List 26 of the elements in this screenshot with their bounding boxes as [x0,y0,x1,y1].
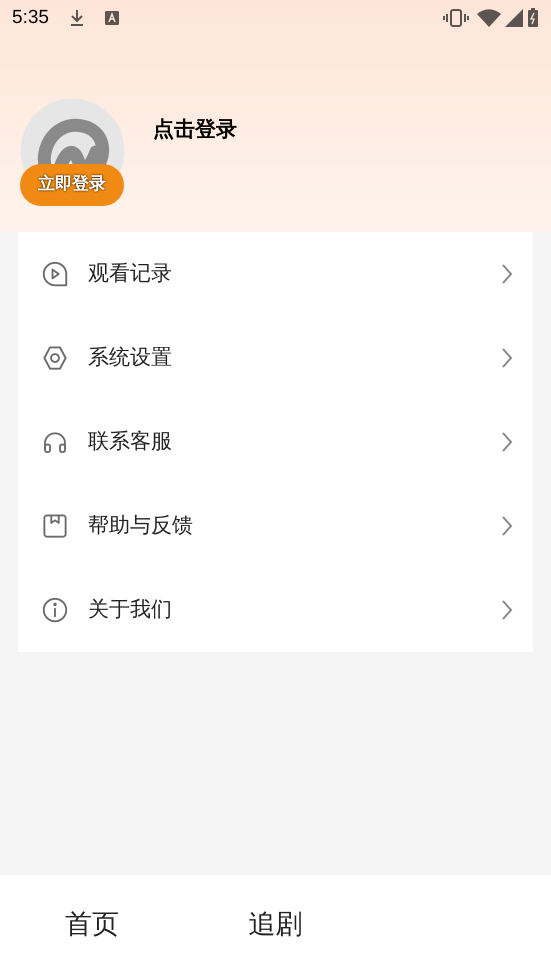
info-icon [40,595,70,625]
chevron-right-icon [501,263,513,285]
menu-item[interactable]: 系统设置 [18,316,533,400]
download-icon [68,9,85,27]
chevron-right-icon [501,347,513,369]
login-prompt[interactable]: 点击登录 [153,114,237,146]
menu-label: 系统设置 [88,344,173,372]
wifi-icon [477,9,501,27]
menu-item[interactable]: 联系客服 [18,400,533,484]
menu-label: 观看记录 [88,260,173,288]
vibrate-icon [443,9,469,27]
chevron-right-icon [501,599,513,621]
menu-label: 帮助与反馈 [88,512,194,540]
menu-label: 关于我们 [88,596,173,624]
chevron-right-icon [501,515,513,537]
menu-item[interactable]: 帮助与反馈 [18,484,533,568]
signal-icon [505,9,523,27]
menu-label: 联系客服 [88,428,173,456]
battery-icon [527,8,539,28]
nav-tab[interactable]: 追剧 [248,904,302,946]
app-icon [104,11,119,25]
nav-tab[interactable]: 首页 [64,904,119,946]
menu-item[interactable]: 观看记录 [18,232,533,316]
chevron-right-icon [501,431,513,453]
status-time: 5:35 [12,6,49,30]
menu-item[interactable]: 关于我们 [18,568,533,652]
